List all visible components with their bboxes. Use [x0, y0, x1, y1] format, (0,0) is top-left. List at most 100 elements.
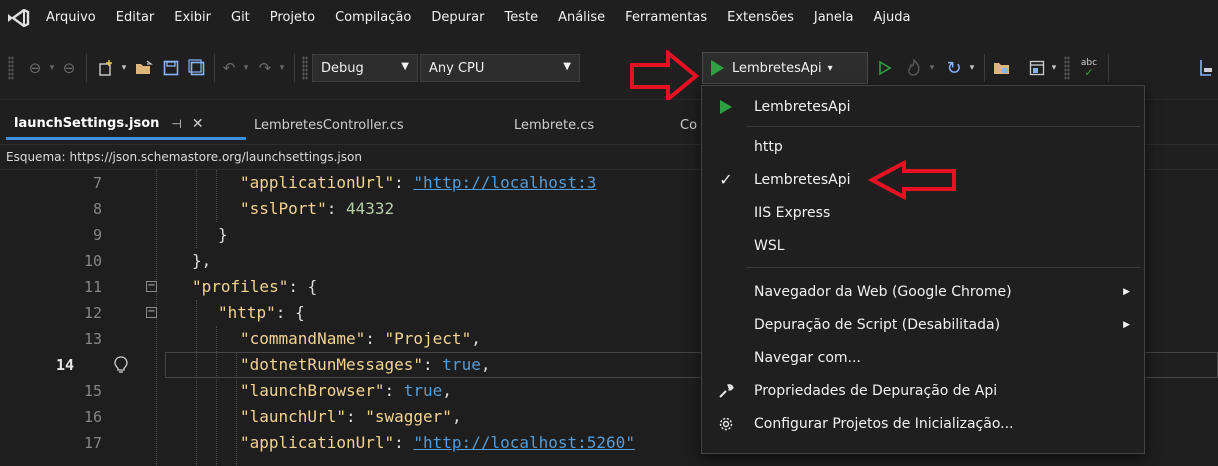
- dropdown-item-label: Configurar Projetos de Inicialização...: [754, 415, 1014, 432]
- json-tail: ,: [471, 329, 481, 348]
- menu-edit[interactable]: Editar: [106, 0, 165, 36]
- dropdown-item-profile-wsl[interactable]: WSL: [702, 229, 1144, 262]
- collapse-toggle-icon[interactable]: −: [146, 281, 157, 292]
- window-layout-dropdown-icon[interactable]: ▾: [1048, 56, 1060, 80]
- dropdown-item-configure-startup[interactable]: Configurar Projetos de Inicialização...: [702, 407, 1144, 440]
- submenu-arrow-icon: ▶: [1123, 286, 1130, 297]
- forward-icon[interactable]: ⊖: [58, 56, 80, 80]
- dropdown-item-start-lembretesapi[interactable]: LembretesApi: [702, 90, 1144, 123]
- toolbar-grip[interactable]: [302, 56, 308, 80]
- start-without-debugging-icon[interactable]: [874, 56, 896, 80]
- menu-analyze[interactable]: Análise: [548, 0, 615, 36]
- solution-explorer-icon[interactable]: [990, 56, 1014, 80]
- tab-launchsettings[interactable]: launchSettings.json ⊣ ✕: [6, 110, 246, 140]
- hot-reload-icon[interactable]: [902, 56, 926, 80]
- menu-debug[interactable]: Depurar: [421, 0, 494, 36]
- debug-target-dropdown: LembretesApi http ✓ LembretesApi IIS Exp…: [701, 85, 1145, 454]
- new-item-icon[interactable]: [94, 56, 118, 80]
- toolbar-separator: [214, 54, 215, 82]
- menu-help[interactable]: Ajuda: [863, 0, 920, 36]
- json-url-value[interactable]: "http://localhost:5260": [413, 433, 635, 452]
- json-key: "dotnetRunMessages": [240, 355, 424, 374]
- visual-studio-logo-icon[interactable]: [0, 0, 36, 36]
- menu-test[interactable]: Teste: [494, 0, 548, 36]
- restart-icon[interactable]: ↻: [942, 56, 966, 80]
- menu-tools[interactable]: Ferramentas: [615, 0, 717, 36]
- close-icon[interactable]: ✕: [192, 116, 204, 132]
- dropdown-item-web-browser[interactable]: Navegador da Web (Google Chrome) ▶: [702, 275, 1144, 308]
- line-number: 9: [92, 226, 102, 244]
- run-target-label: LembretesApi: [732, 60, 822, 76]
- submenu-arrow-icon: ▶: [1123, 319, 1130, 330]
- toolbar-grip[interactable]: [1064, 56, 1070, 80]
- json-sep: :: [326, 199, 346, 218]
- json-url-value[interactable]: "http://localhost:3: [413, 173, 596, 192]
- tab-overflow[interactable]: Co: [676, 110, 700, 140]
- json-tail: ,: [480, 355, 491, 374]
- line-number: 10: [83, 252, 102, 270]
- menu-git[interactable]: Git: [221, 0, 260, 36]
- json-sep: : {: [275, 303, 305, 322]
- menu-build[interactable]: Compilação: [325, 0, 421, 36]
- line-number: 8: [92, 200, 102, 218]
- undo-icon[interactable]: ↶: [218, 56, 240, 80]
- back-icon[interactable]: ⊖: [24, 56, 46, 80]
- lightbulb-icon[interactable]: [114, 356, 128, 374]
- undo-dropdown-icon[interactable]: ▾: [240, 56, 252, 80]
- dropdown-item-label: LembretesApi: [754, 98, 851, 115]
- dropdown-item-debug-properties[interactable]: Propriedades de Depuração de Api: [702, 374, 1144, 407]
- json-string-value: "Project": [384, 329, 472, 348]
- dropdown-item-profile-http[interactable]: http: [702, 130, 1144, 163]
- solution-platform-combo[interactable]: Any CPU ▼: [420, 54, 580, 82]
- annotation-arrow-left-icon: [868, 160, 956, 200]
- json-brace: },: [192, 251, 212, 270]
- dropdown-item-profile-iis-express[interactable]: IIS Express: [702, 196, 1144, 229]
- start-debugging-button[interactable]: LembretesApi ▾: [702, 52, 868, 84]
- new-item-dropdown-icon[interactable]: ▾: [118, 56, 130, 80]
- save-all-icon[interactable]: [186, 56, 208, 80]
- back-dropdown-icon[interactable]: ▾: [46, 56, 58, 80]
- menu-file[interactable]: Arquivo: [36, 0, 106, 36]
- hot-reload-dropdown-icon[interactable]: ▾: [926, 56, 938, 80]
- pin-icon[interactable]: ⊣: [171, 117, 181, 131]
- json-string-value: "swagger": [365, 407, 452, 426]
- menu-project[interactable]: Projeto: [260, 0, 325, 36]
- json-key: "launchUrl": [240, 407, 346, 426]
- json-sep: :: [384, 381, 404, 400]
- line-number: 13: [83, 330, 102, 348]
- tab-lembretescontroller[interactable]: LembretesController.cs: [246, 110, 506, 140]
- solution-platform-value: Any CPU: [429, 60, 485, 76]
- json-sep: :: [394, 173, 414, 192]
- redo-icon[interactable]: ↷: [254, 56, 276, 80]
- solution-configuration-combo[interactable]: Debug ▼: [312, 54, 418, 82]
- schema-url[interactable]: https://json.schemastore.org/launchsetti…: [70, 150, 362, 164]
- collapse-toggle-icon[interactable]: −: [146, 307, 157, 318]
- json-key: "profiles": [192, 277, 289, 296]
- menu-window[interactable]: Janela: [804, 0, 864, 36]
- line-number: 16: [83, 408, 102, 426]
- chevron-down-icon: ▼: [401, 61, 409, 72]
- dropdown-item-browse-with[interactable]: Navegar com...: [702, 341, 1144, 374]
- line-number: 17: [83, 434, 102, 452]
- menu-view[interactable]: Exibir: [164, 0, 221, 36]
- window-layout-icon[interactable]: [1026, 56, 1048, 80]
- toolbar-grip[interactable]: [8, 56, 14, 80]
- spell-check-icon[interactable]: abc ✓: [1076, 56, 1102, 80]
- step-icon[interactable]: [1196, 56, 1216, 80]
- menu-extensions[interactable]: Extensões: [717, 0, 804, 36]
- chevron-down-icon[interactable]: ▾: [828, 63, 833, 74]
- json-sep: : {: [288, 277, 318, 296]
- toolbar-separator: [86, 54, 87, 82]
- json-number-value: 44332: [345, 199, 395, 218]
- save-icon[interactable]: [160, 56, 182, 80]
- json-sep: :: [365, 329, 385, 348]
- play-icon: [714, 95, 738, 119]
- tab-lembrete[interactable]: Lembrete.cs: [506, 110, 676, 140]
- redo-dropdown-icon[interactable]: ▾: [276, 56, 288, 80]
- dropdown-item-script-debugging[interactable]: Depuração de Script (Desabilitada) ▶: [702, 308, 1144, 341]
- restart-dropdown-icon[interactable]: ▾: [966, 56, 978, 80]
- open-folder-icon[interactable]: [132, 56, 156, 80]
- dropdown-item-label: IIS Express: [754, 204, 831, 221]
- check-icon: ✓: [1084, 66, 1094, 79]
- dropdown-item-label: Propriedades de Depuração de Api: [754, 382, 998, 399]
